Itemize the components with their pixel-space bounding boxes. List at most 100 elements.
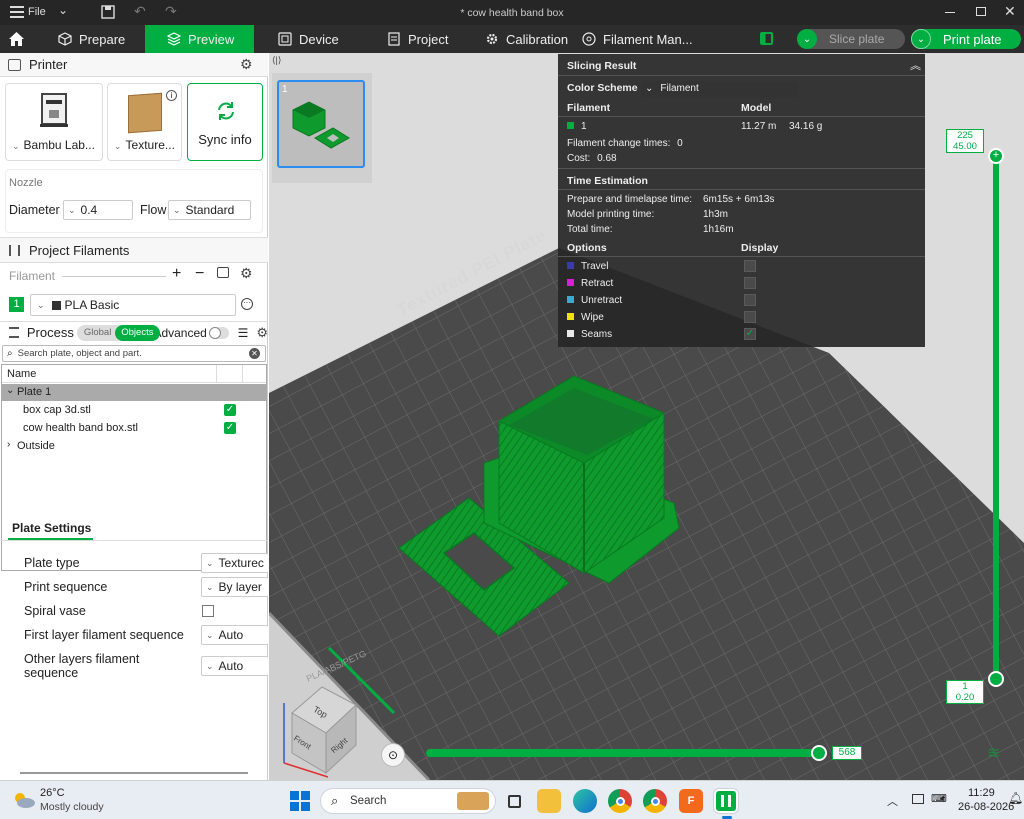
slice-dropdown-icon[interactable]: ⌄	[797, 29, 817, 49]
objects-option[interactable]: Objects	[114, 324, 160, 341]
filament-more-icon[interactable]: ···	[241, 298, 253, 310]
spiral-vase-checkbox[interactable]	[202, 605, 214, 617]
plate-thumbnail[interactable]: 1	[277, 80, 365, 168]
seams-display-checkbox[interactable]: ✓	[744, 328, 756, 340]
print-sequence-label: Print sequence	[24, 580, 108, 594]
menu-icon[interactable]	[10, 6, 24, 18]
restore-button[interactable]	[976, 7, 986, 16]
printer-card[interactable]: ⌄ Bambu Lab...	[5, 83, 103, 161]
list-view-icon[interactable]: ☰	[238, 326, 249, 340]
tree-row-outside[interactable]: › Outside	[2, 438, 266, 455]
tree-row-object[interactable]: cow health band box.stl ✓	[2, 420, 266, 437]
print-plate-button[interactable]: ⌄ Print plate	[911, 29, 1021, 49]
object-search-input[interactable]: ⌕ Search plate, object and part.	[2, 345, 266, 362]
chrome-profile-icon[interactable]	[643, 789, 667, 813]
save-icon[interactable]	[101, 5, 115, 19]
diameter-select[interactable]: ⌄ 0.4	[63, 200, 133, 220]
layer-slider-track[interactable]	[993, 153, 999, 680]
expand-sidebar-icon[interactable]: ⟨|⟩	[272, 55, 281, 66]
file-explorer-icon[interactable]	[537, 789, 561, 813]
filament-icon	[9, 244, 20, 256]
navigation-cube[interactable]	[274, 683, 364, 779]
clock-date[interactable]: 26-08-2026	[958, 801, 1014, 813]
redo-icon[interactable]: ↷	[165, 3, 177, 20]
add-filament-icon[interactable]: +	[172, 265, 181, 283]
layer-slider-top-handle[interactable]: +	[988, 148, 1004, 164]
filament-select[interactable]: ⌄ PLA Basic	[30, 294, 236, 316]
plate-view-icon[interactable]	[760, 32, 773, 45]
fit-view-icon[interactable]: ⊙	[381, 743, 405, 767]
time-estimation-heading: Time Estimation	[567, 175, 648, 187]
printer-settings-gear-icon[interactable]: ⚙	[240, 56, 253, 73]
object-visible-checkbox[interactable]: ✓	[224, 404, 236, 416]
layer-slider-bottom-handle[interactable]	[988, 671, 1004, 687]
filament-sync-icon[interactable]	[217, 267, 229, 278]
panel-scrollbar[interactable]	[20, 772, 248, 774]
start-button-icon[interactable]	[290, 791, 310, 811]
tab-plate-settings[interactable]: Plate Settings	[8, 519, 93, 540]
chrome-browser-icon[interactable]	[608, 789, 632, 813]
retract-display-checkbox[interactable]	[744, 277, 756, 289]
close-button[interactable]: ✕	[1004, 3, 1016, 20]
tree-row-plate[interactable]: ⌄ Plate 1	[2, 384, 266, 401]
remove-filament-icon[interactable]: −	[195, 265, 204, 283]
fusion-app-icon[interactable]: F	[679, 789, 703, 813]
slice-plate-button[interactable]: ⌄ Slice plate	[797, 29, 905, 49]
move-slider-handle[interactable]	[811, 745, 827, 761]
expand-arrow-icon[interactable]: ›	[7, 439, 10, 450]
plate-type-card[interactable]: i ⌄ Texture...	[107, 83, 182, 161]
weather-cloud-icon[interactable]	[12, 791, 36, 809]
process-settings-gear-icon[interactable]: ⚙	[256, 325, 268, 341]
minimize-button[interactable]	[945, 12, 955, 13]
global-option[interactable]: Global	[84, 327, 111, 338]
file-menu[interactable]: File	[28, 6, 46, 18]
move-slider-track[interactable]	[426, 749, 821, 757]
show-hidden-icons[interactable]: ︿	[887, 793, 898, 809]
notification-icon[interactable]: 🔔︎	[1008, 791, 1023, 805]
print-sequence-select[interactable]: ⌄ By layer	[201, 577, 268, 597]
object-visible-checkbox[interactable]: ✓	[224, 422, 236, 434]
process-icon	[9, 327, 19, 338]
info-icon[interactable]: i	[166, 90, 177, 101]
tab-device[interactable]: Device	[278, 25, 339, 53]
first-layer-sequence-select[interactable]: ⌄ Auto	[201, 625, 268, 645]
clock-time[interactable]: 11:29	[968, 787, 995, 799]
color-scheme-select[interactable]: ⌄ Filament	[641, 81, 798, 97]
flow-select[interactable]: ⌄ Standard	[168, 200, 251, 220]
task-view-icon[interactable]	[502, 789, 526, 813]
tab-calibration[interactable]: Calibration	[485, 25, 568, 53]
filament-settings-gear-icon[interactable]: ⚙	[240, 265, 253, 282]
travel-display-checkbox[interactable]	[744, 260, 756, 272]
chevron-down-icon[interactable]: ⌄	[58, 3, 68, 17]
filament-weight: 34.16 g	[789, 121, 823, 132]
device-icon[interactable]	[912, 794, 924, 804]
edge-browser-icon[interactable]	[573, 789, 597, 813]
taskbar-search[interactable]: ⌕ Search	[320, 788, 496, 814]
undo-icon[interactable]: ↶	[134, 3, 146, 20]
process-section-header: Process Global Objects Advanced ☰ ⚙	[0, 321, 268, 343]
unretract-display-checkbox[interactable]	[744, 294, 756, 306]
weather-desc[interactable]: Mostly cloudy	[40, 801, 104, 813]
tab-project[interactable]: Project	[387, 25, 448, 53]
volume-icon[interactable]: 🔈︎	[940, 791, 947, 806]
option-wipe: Wipe	[567, 312, 604, 323]
advanced-toggle[interactable]	[208, 326, 229, 339]
plate-type-select[interactable]: ⌄ Texturec	[201, 553, 268, 573]
tree-row-object[interactable]: box cap 3d.stl ✓	[2, 402, 266, 419]
clear-search-icon[interactable]: ✕	[249, 348, 260, 359]
global-objects-toggle[interactable]: Global Objects	[76, 324, 160, 341]
tab-preview[interactable]: Preview	[145, 25, 254, 53]
collapse-arrow-icon[interactable]: ⌄	[6, 385, 14, 396]
layers-view-icon[interactable]: ≋	[987, 743, 1000, 763]
home-icon[interactable]	[8, 31, 25, 47]
collapse-panel-icon[interactable]: ︽	[910, 57, 921, 73]
other-layers-sequence-select[interactable]: ⌄ Auto	[201, 656, 268, 676]
tab-filament-manager[interactable]: Filament Man...	[582, 25, 693, 53]
weather-temp[interactable]: 26°C	[40, 787, 65, 799]
tab-prepare[interactable]: Prepare	[58, 25, 138, 53]
print-dropdown-icon[interactable]: ⌄	[911, 29, 931, 49]
divider	[0, 540, 268, 541]
sync-info-button[interactable]: Sync info	[187, 83, 263, 161]
wipe-display-checkbox[interactable]	[744, 311, 756, 323]
bambu-studio-icon[interactable]	[713, 788, 739, 814]
